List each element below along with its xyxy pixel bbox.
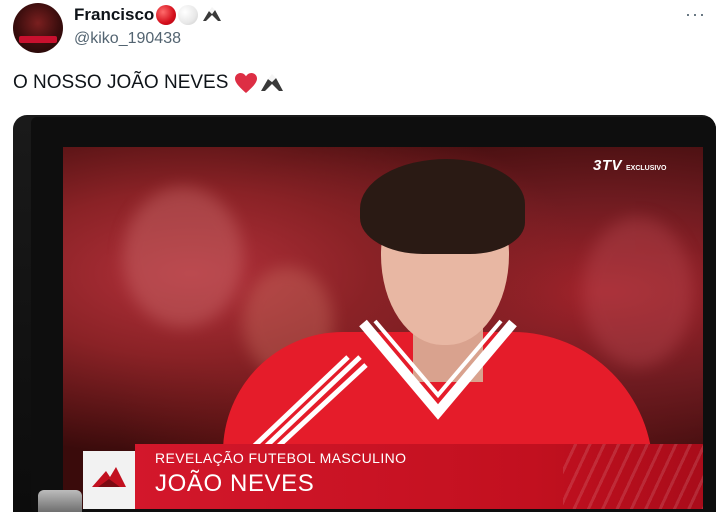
caption-subtitle: REVELAÇÃO FUTEBOL MASCULINO (155, 450, 407, 466)
tweet-text: O NOSSO JOÃO NEVES (13, 72, 284, 94)
author-name-text: Francisco (74, 5, 155, 24)
caption-lower-third: REVELAÇÃO FUTEBOL MASCULINO JOÃO NEVES (63, 439, 703, 509)
eagle-icon (261, 74, 284, 91)
author-display-name[interactable]: Francisco (74, 5, 223, 25)
tv-screen: 3TV EXCLUSIVO REVELAÇÃO FUTEBOL MASCULIN… (63, 147, 703, 509)
author-avatar[interactable] (13, 3, 63, 53)
author-handle[interactable]: @kiko_190438 (74, 30, 181, 48)
eagle-icon (203, 7, 222, 21)
avatar-scarf (19, 36, 57, 43)
more-options-icon[interactable]: ··· (685, 4, 706, 25)
channel-logo: 3TV EXCLUSIVO (593, 157, 666, 174)
player-hair (360, 159, 525, 254)
caption-stripes (563, 444, 703, 509)
crowd-blur (583, 217, 693, 367)
tweet-media-photo[interactable]: 3TV EXCLUSIVO REVELAÇÃO FUTEBOL MASCULIN… (13, 115, 716, 512)
crowd-blur (123, 187, 243, 327)
shirt-collar (359, 319, 517, 420)
benfica-eagle-icon (92, 467, 126, 487)
channel-logo-tag: EXCLUSIVO (626, 165, 667, 172)
caption-player-name: JOÃO NEVES (155, 470, 315, 497)
red-circle-icon (156, 5, 177, 25)
white-circle-icon (178, 5, 199, 25)
tweet-text-content: O NOSSO JOÃO NEVES (13, 72, 229, 93)
foreground-bottle-cap (38, 490, 82, 512)
red-heart-icon (235, 73, 258, 93)
channel-logo-brand: 3TV (593, 157, 623, 174)
